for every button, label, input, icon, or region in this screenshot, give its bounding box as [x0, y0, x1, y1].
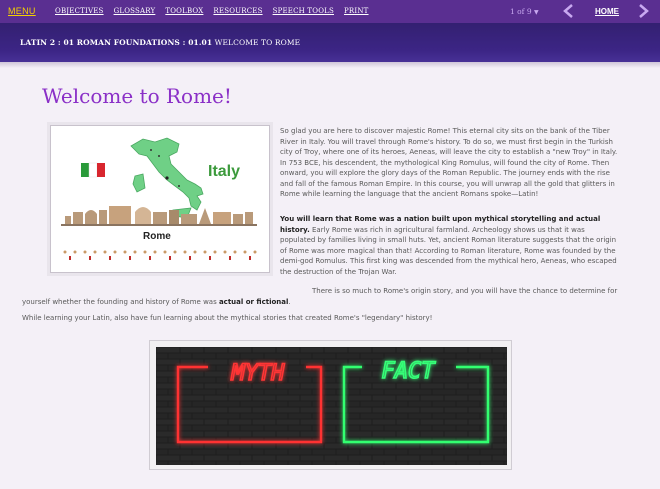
- home-link[interactable]: HOME: [595, 7, 619, 16]
- nav-link-toolbox[interactable]: TOOLBOX: [165, 7, 203, 15]
- rome-dot: [165, 176, 169, 180]
- city-dot: [178, 185, 180, 187]
- origin-paragraph-end: .: [288, 297, 291, 306]
- myth-fact-neon-sign: MYTH FACT: [156, 347, 507, 465]
- intro-paragraph: So glad you are here to discover majesti…: [280, 127, 618, 198]
- nav-link-glossary[interactable]: GLOSSARY: [114, 7, 156, 15]
- menu-link[interactable]: MENU: [8, 6, 36, 16]
- flag-red-stripe: [97, 163, 105, 177]
- page-count: 1 of 9: [510, 7, 532, 16]
- nav-links: OBJECTIVES GLOSSARY TOOLBOX RESOURCES SP…: [55, 7, 369, 15]
- breadcrumb-page: WELCOME TO ROME: [214, 38, 301, 47]
- caret-down-icon: ▼: [534, 9, 539, 16]
- banner-shadow: [0, 62, 660, 68]
- myth-neon-text: MYTH: [231, 361, 286, 386]
- italy-label: Italy: [208, 163, 240, 180]
- city-dot: [150, 149, 152, 151]
- origin-paragraph-body: There is so much to Rome's origin story,…: [22, 287, 618, 306]
- flag-green-stripe: [81, 163, 89, 177]
- rome-label: Rome: [143, 231, 171, 242]
- page-title: Welcome to Rome!: [42, 84, 232, 108]
- page-selector[interactable]: 1 of 9 ▼: [510, 7, 539, 16]
- skyline-ground: [61, 224, 257, 226]
- breadcrumb: LATIN 2 : 01 ROMAN FOUNDATIONS : 01.01 W…: [20, 38, 300, 47]
- city-dot: [158, 155, 160, 157]
- chevron-left-icon[interactable]: [562, 3, 574, 19]
- nav-link-print[interactable]: PRINT: [344, 7, 369, 15]
- nav-link-resources[interactable]: RESOURCES: [213, 7, 262, 15]
- flag-white-stripe: [88, 162, 98, 178]
- italy-map-graphic: Italy Rome: [61, 137, 257, 260]
- fact-neon-text: FACT: [382, 359, 437, 384]
- breadcrumb-course: LATIN 2 : 01 ROMAN FOUNDATIONS : 01.01: [20, 38, 213, 47]
- history-paragraph: You will learn that Rome was a nation bu…: [280, 214, 620, 277]
- myth-fact-image: MYTH FACT: [149, 340, 512, 470]
- origin-paragraph-emphasis: actual or fictional: [218, 297, 289, 306]
- origin-paragraph: There is so much to Rome's origin story,…: [22, 286, 620, 307]
- history-paragraph-body: Early Rome was rich in agricultural farm…: [280, 225, 617, 276]
- decorative-icons-row: [63, 250, 257, 260]
- top-nav: MENU OBJECTIVES GLOSSARY TOOLBOX RESOURC…: [0, 0, 660, 23]
- closing-paragraph: While learning your Latin, also have fun…: [22, 314, 433, 322]
- nav-link-speech-tools[interactable]: SPEECH TOOLS: [273, 7, 334, 15]
- rome-skyline: [65, 206, 253, 224]
- italy-rome-image: Italy Rome: [50, 125, 270, 273]
- chevron-right-icon[interactable]: [638, 3, 650, 19]
- nav-link-objectives[interactable]: OBJECTIVES: [55, 7, 104, 15]
- brick-wall-background: [156, 347, 507, 465]
- sardinia-shape: [132, 173, 146, 193]
- breadcrumb-banner: LATIN 2 : 01 ROMAN FOUNDATIONS : 01.01 W…: [0, 23, 660, 62]
